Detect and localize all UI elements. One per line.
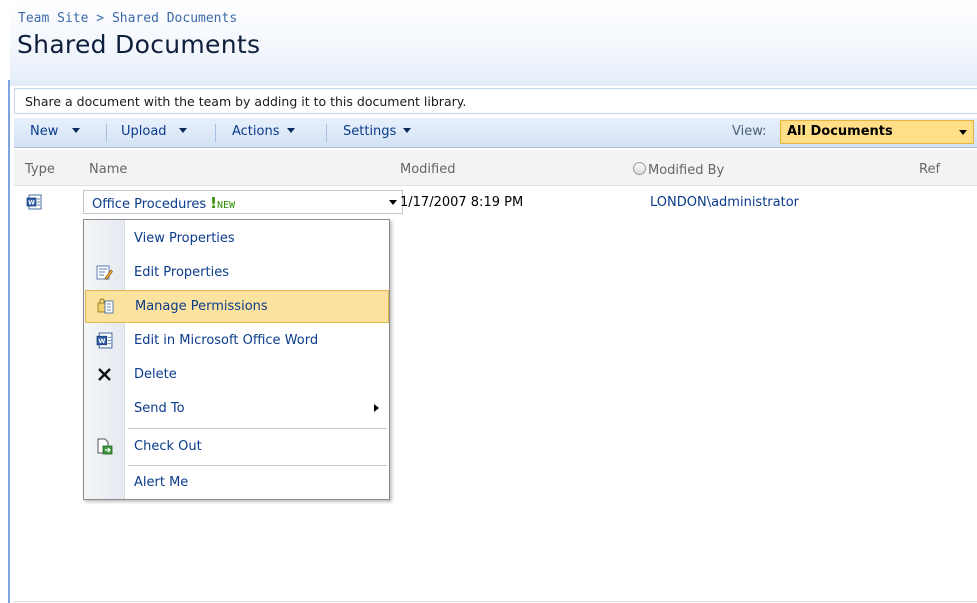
actions-label: Actions [232, 124, 280, 139]
check-out-icon [97, 438, 113, 455]
column-modified-by-label: Modified By [648, 163, 725, 178]
word-document-icon[interactable]: W [26, 194, 42, 210]
library-description: Share a document with the team by adding… [14, 88, 977, 114]
menu-item-label: Manage Permissions [135, 299, 268, 314]
new-marker-icon: ! [210, 194, 218, 212]
menu-item-delete[interactable]: Delete [84, 358, 389, 391]
menu-item-label: Delete [134, 367, 177, 382]
menu-item-edit-properties[interactable]: Edit Properties [84, 256, 389, 289]
upload-label: Upload [121, 124, 167, 139]
new-badge: NEW [217, 200, 236, 211]
description-text: Share a document with the team by adding… [25, 94, 467, 109]
menu-item-label: Alert Me [134, 475, 189, 490]
breadcrumb-shared-documents[interactable]: Shared Documents [112, 11, 237, 26]
toolbar-separator [215, 124, 216, 142]
new-menu-button[interactable]: New [30, 124, 81, 139]
column-name[interactable]: Name [89, 162, 127, 177]
page-title: Shared Documents [17, 30, 261, 59]
menu-item-label: Edit Properties [134, 265, 230, 280]
toolbar: New Upload Actions Settings View: All Do… [14, 118, 977, 148]
word-document-icon: W [96, 332, 113, 349]
svg-text:W: W [28, 200, 35, 207]
menu-item-label: Edit in Microsoft Office Word [134, 333, 319, 348]
view-select[interactable]: All Documents [780, 120, 974, 144]
actions-menu-button[interactable]: Actions [232, 124, 295, 139]
toolbar-separator [326, 124, 327, 142]
menu-item-label: View Properties [134, 231, 235, 246]
toolbar-separator [106, 124, 107, 142]
menu-item-manage-permissions[interactable]: Manage Permissions [85, 290, 389, 323]
svg-text:W: W [98, 337, 105, 345]
menu-item-edit-in-word[interactable]: W Edit in Microsoft Office Word [84, 324, 389, 357]
chevron-down-icon [959, 130, 967, 135]
document-name-link[interactable]: Office Procedures !NEW [92, 194, 235, 212]
view-label: View: [732, 124, 767, 139]
breadcrumb: Team Site > Shared Documents [18, 11, 237, 26]
item-context-menu: View Properties Edit Properties Manage P… [83, 219, 390, 500]
chevron-down-icon [286, 128, 295, 133]
menu-item-check-out[interactable]: Check Out [84, 430, 389, 463]
menu-item-alert-me[interactable]: Alert Me [84, 466, 389, 499]
chevron-right-icon [374, 404, 379, 412]
view-select-value: All Documents [787, 124, 893, 139]
column-headers: Type Name Modified Modified By Ref [14, 150, 977, 186]
table-row: W Office Procedures !NEW 1/17/2007 8:19 P… [14, 186, 977, 218]
menu-item-label: Send To [134, 401, 185, 416]
delete-icon [98, 368, 111, 381]
new-label: New [30, 124, 59, 139]
settings-menu-button[interactable]: Settings [343, 124, 412, 139]
edit-properties-icon [96, 265, 113, 281]
menu-item-send-to[interactable]: Send To [84, 392, 389, 425]
breadcrumb-separator: > [96, 11, 105, 26]
left-border [0, 0, 10, 603]
column-type[interactable]: Type [25, 162, 55, 177]
modified-by-link[interactable]: LONDON\administrator [650, 195, 799, 210]
page-header: Team Site > Shared Documents Shared Docu… [10, 0, 977, 86]
chevron-down-icon [178, 128, 187, 133]
manage-permissions-icon [97, 298, 114, 314]
chevron-down-icon [403, 128, 412, 133]
column-modified[interactable]: Modified [400, 162, 455, 177]
menu-item-label: Check Out [134, 439, 202, 454]
upload-menu-button[interactable]: Upload [121, 124, 187, 139]
page-bottom-border [14, 601, 977, 602]
document-name: Office Procedures [92, 197, 207, 212]
chevron-down-icon [72, 128, 81, 133]
modified-date: 1/17/2007 8:19 PM [400, 195, 524, 210]
menu-item-view-properties[interactable]: View Properties [84, 222, 389, 255]
document-name-menu[interactable]: Office Procedures !NEW [83, 190, 403, 214]
breadcrumb-team-site[interactable]: Team Site [18, 11, 88, 26]
column-modified-by[interactable]: Modified By [633, 162, 724, 178]
presence-icon [633, 162, 646, 175]
column-ref[interactable]: Ref [919, 162, 940, 177]
settings-label: Settings [343, 124, 397, 139]
menu-separator [128, 428, 387, 429]
